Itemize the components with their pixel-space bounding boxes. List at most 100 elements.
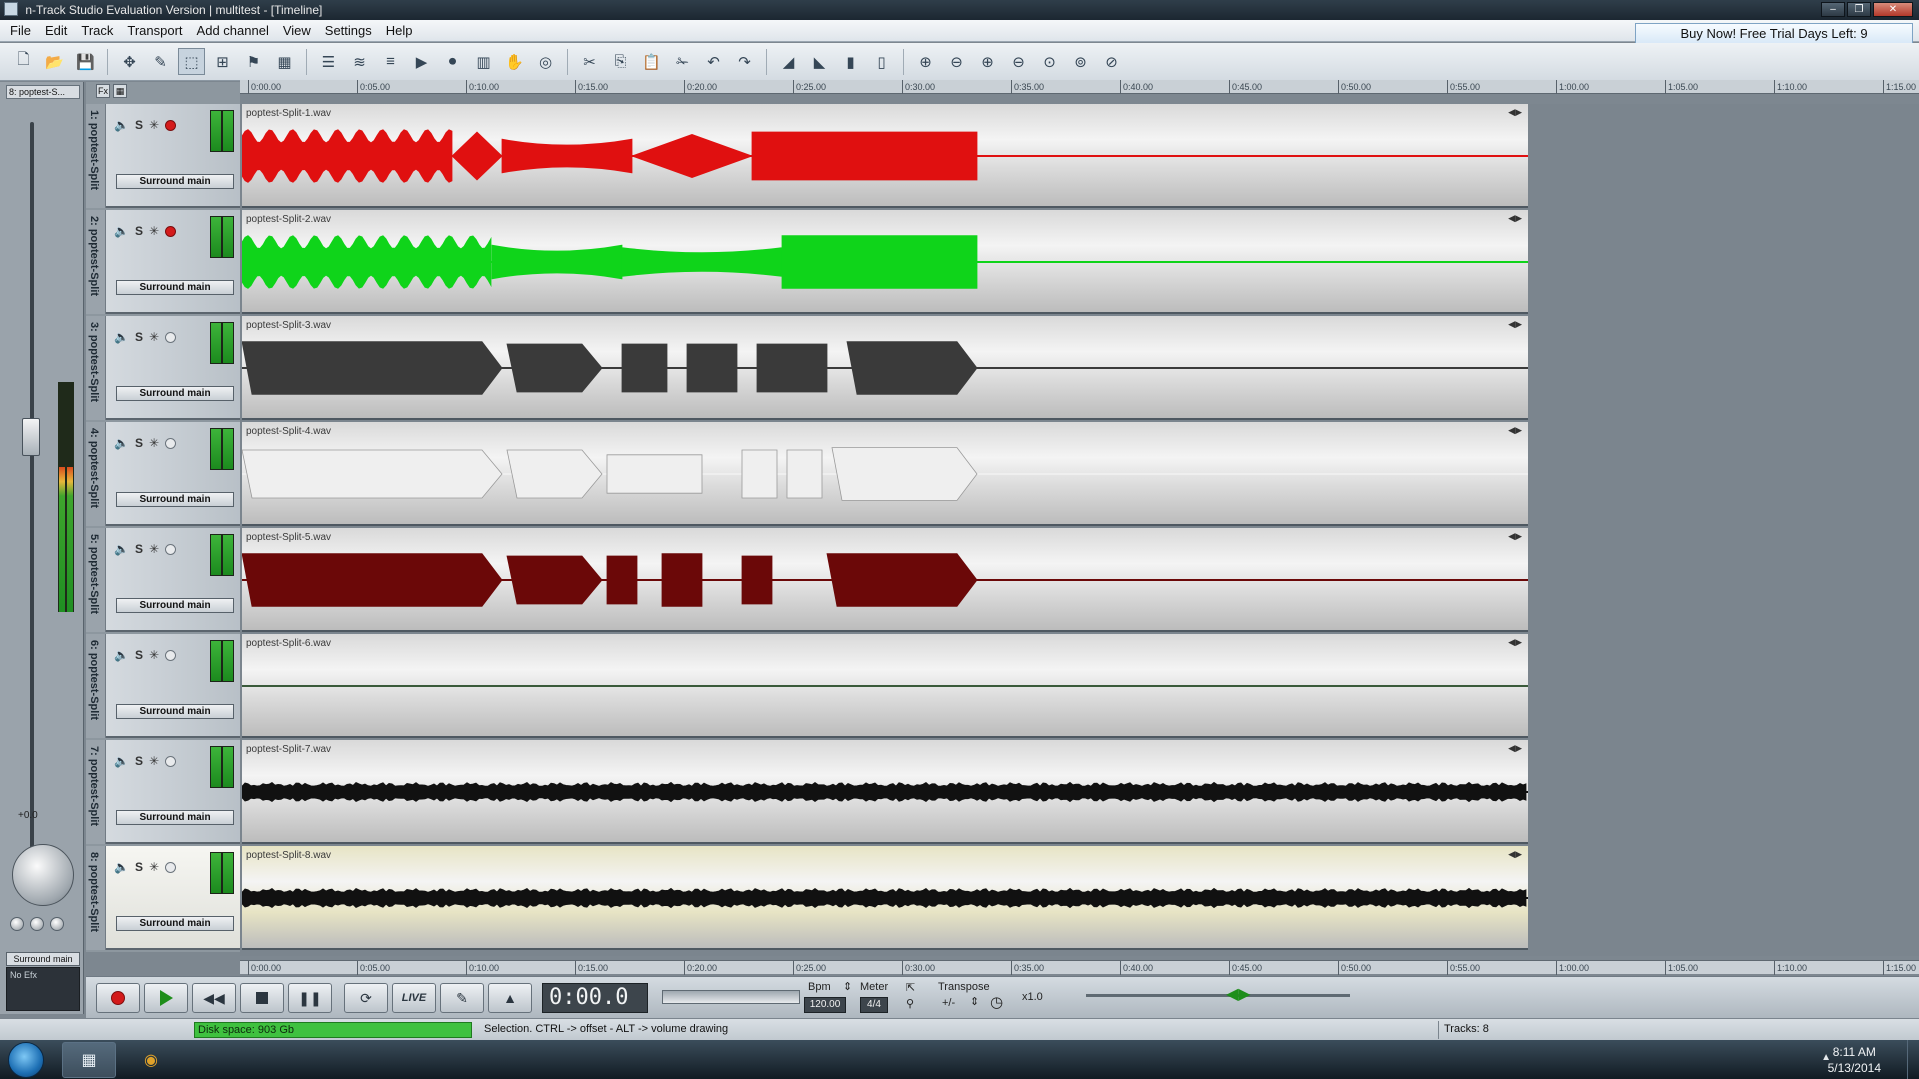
track-header[interactable]: 3: poptest-Split 🔈 S ✳ Surround main <box>86 316 240 420</box>
solo-button[interactable]: S <box>135 860 143 874</box>
record-arm-button[interactable] <box>165 543 177 555</box>
menu-edit[interactable]: Edit <box>45 23 67 38</box>
speaker-icon[interactable]: 🔈 <box>114 224 129 238</box>
solo-button[interactable]: S <box>135 754 143 768</box>
effects-icon[interactable]: ✳ <box>149 224 159 238</box>
close-button[interactable]: ✕ <box>1873 2 1913 17</box>
mixer-button[interactable]: ☰ <box>315 48 342 75</box>
live-button[interactable]: LIVE <box>392 983 436 1013</box>
effects-icon[interactable]: ✳ <box>149 118 159 132</box>
scrub-slider[interactable] <box>662 990 800 1004</box>
track-name-tab[interactable]: 7: poptest-Split <box>86 740 106 844</box>
pause-button[interactable]: ❚❚ <box>288 983 332 1013</box>
taskbar-clock[interactable]: 8:11 AM 5/13/2014 <box>1828 1044 1881 1076</box>
solo-button[interactable]: S <box>135 224 143 238</box>
transpose-stepper-icon[interactable]: ⇕ <box>970 995 979 1008</box>
track-name-tab[interactable]: 8: poptest-Split <box>86 846 106 950</box>
effects-icon[interactable]: ✳ <box>149 860 159 874</box>
zoom-out-v-button[interactable]: ⊖ <box>1005 48 1032 75</box>
marker-button[interactable]: ⚑ <box>240 48 267 75</box>
aux-knob-3[interactable] <box>50 917 64 931</box>
track-header[interactable]: 1: poptest-Split 🔈 S ✳ Surround main <box>86 104 240 208</box>
effects-icon[interactable]: ✳ <box>149 648 159 662</box>
aux-knob-1[interactable] <box>10 917 24 931</box>
speaker-icon[interactable]: 🔈 <box>114 754 129 768</box>
paste-button[interactable]: 📋 <box>638 48 665 75</box>
track-header[interactable]: 6: poptest-Split 🔈 S ✳ Surround main <box>86 634 240 738</box>
undo-button[interactable]: ↶ <box>700 48 727 75</box>
speaker-icon[interactable]: 🔈 <box>114 436 129 450</box>
metronome-button[interactable]: ▲ <box>488 983 532 1013</box>
move-button[interactable]: ✥ <box>116 48 143 75</box>
audio-clip[interactable]: poptest-Split-2.wav ◀▶ <box>242 210 1528 314</box>
clip-arrows-icon[interactable]: ◀▶ <box>1508 743 1522 754</box>
fx-button[interactable]: Fx <box>96 84 110 98</box>
timeline-ruler-top[interactable]: 0:00.00 0:05.00 0:10.00 0:15.00 0:20.00 0:25.… <box>240 80 1919 94</box>
taskbar-app2[interactable]: ◉ <box>124 1042 178 1078</box>
stop-button[interactable] <box>240 983 284 1013</box>
clip-arrows-icon[interactable]: ◀▶ <box>1508 637 1522 648</box>
speaker-icon[interactable]: 🔈 <box>114 118 129 132</box>
record-arm-button[interactable] <box>165 755 177 767</box>
track-name-tab[interactable]: 2: poptest-Split <box>86 210 106 314</box>
track-name-tab[interactable]: 6: poptest-Split <box>86 634 106 738</box>
rewind-button[interactable]: ◀◀ <box>192 983 236 1013</box>
zoom-in-v-button[interactable]: ⊕ <box>974 48 1001 75</box>
cursor-tool-icon[interactable]: ⇱ <box>906 981 915 994</box>
normalize-button[interactable]: ▮ <box>837 48 864 75</box>
strip-output-select[interactable]: Surround main <box>6 952 80 966</box>
audio-clip[interactable]: poptest-Split-4.wav ◀▶ <box>242 422 1528 526</box>
clip-arrows-icon[interactable]: ◀▶ <box>1508 213 1522 224</box>
cut-button[interactable]: ✂ <box>576 48 603 75</box>
zoom-fit-button[interactable]: ⊙ <box>1036 48 1063 75</box>
trim-button[interactable]: ✁ <box>669 48 696 75</box>
speaker-icon[interactable]: 🔈 <box>114 330 129 344</box>
audio-clip[interactable]: poptest-Split-3.wav ◀▶ <box>242 316 1528 420</box>
record-arm-button[interactable] <box>165 437 177 449</box>
track-output-select[interactable]: Surround main <box>116 492 234 507</box>
punch-button[interactable]: ✎ <box>440 983 484 1013</box>
record-arm-button[interactable] <box>165 119 177 131</box>
record-arm-button[interactable] <box>165 331 177 343</box>
play-button[interactable] <box>144 983 188 1013</box>
track-output-select[interactable]: Surround main <box>116 174 234 189</box>
clip-arrows-icon[interactable]: ◀▶ <box>1508 531 1522 542</box>
track-header[interactable]: 8: poptest-Split 🔈 S ✳ Surround main <box>86 846 240 950</box>
aux-knob-2[interactable] <box>30 917 44 931</box>
redo-button[interactable]: ↷ <box>731 48 758 75</box>
open-file-button[interactable]: 📂 <box>41 48 68 75</box>
speaker-icon[interactable]: 🔈 <box>114 648 129 662</box>
zoom-reset-button[interactable]: ⊘ <box>1098 48 1125 75</box>
clock-icon[interactable]: ◷ <box>990 993 1003 1011</box>
meter-button[interactable]: ▯ <box>868 48 895 75</box>
bpm-field[interactable]: 120.00 <box>804 997 846 1013</box>
record-button[interactable] <box>96 983 140 1013</box>
new-file-button[interactable]: 🗋 <box>10 48 37 75</box>
clip-arrows-icon[interactable]: ◀▶ <box>1508 319 1522 330</box>
menu-transport[interactable]: Transport <box>127 23 182 38</box>
audio-clip[interactable]: poptest-Split-7.wav ◀▶ <box>242 740 1528 844</box>
clip-arrows-icon[interactable]: ◀▶ <box>1508 849 1522 860</box>
record-arm-button[interactable] <box>165 649 177 661</box>
save-button[interactable]: 💾 <box>72 48 99 75</box>
speed-slider-knob[interactable]: ◀▶ <box>1226 984 1251 1004</box>
cd-button[interactable]: ◎ <box>532 48 559 75</box>
menu-help[interactable]: Help <box>386 23 413 38</box>
grid-view-icon[interactable]: ▦ <box>113 84 127 98</box>
zoom-out-h-button[interactable]: ⊖ <box>943 48 970 75</box>
track-header[interactable]: 4: poptest-Split 🔈 S ✳ Surround main <box>86 422 240 526</box>
effects-icon[interactable]: ✳ <box>149 542 159 556</box>
track-output-select[interactable]: Surround main <box>116 386 234 401</box>
effects-icon[interactable]: ✳ <box>149 754 159 768</box>
track-output-select[interactable]: Surround main <box>116 280 234 295</box>
copy-button[interactable]: ⎘ <box>607 48 634 75</box>
zoom-all-button[interactable]: ⊚ <box>1067 48 1094 75</box>
menu-add-channel[interactable]: Add channel <box>197 23 269 38</box>
volume-fader-track[interactable] <box>30 122 34 864</box>
search-icon[interactable]: ⚲ <box>906 997 914 1010</box>
timeline-ruler-bottom[interactable]: 0:00.00 0:05.00 0:10.00 0:15.00 0:20.00 0:25.… <box>240 960 1919 975</box>
solo-button[interactable]: S <box>135 542 143 556</box>
eq-button[interactable]: ≋ <box>346 48 373 75</box>
audio-clip[interactable]: poptest-Split-6.wav ◀▶ <box>242 634 1528 738</box>
list-button[interactable]: ≡ <box>377 48 404 75</box>
